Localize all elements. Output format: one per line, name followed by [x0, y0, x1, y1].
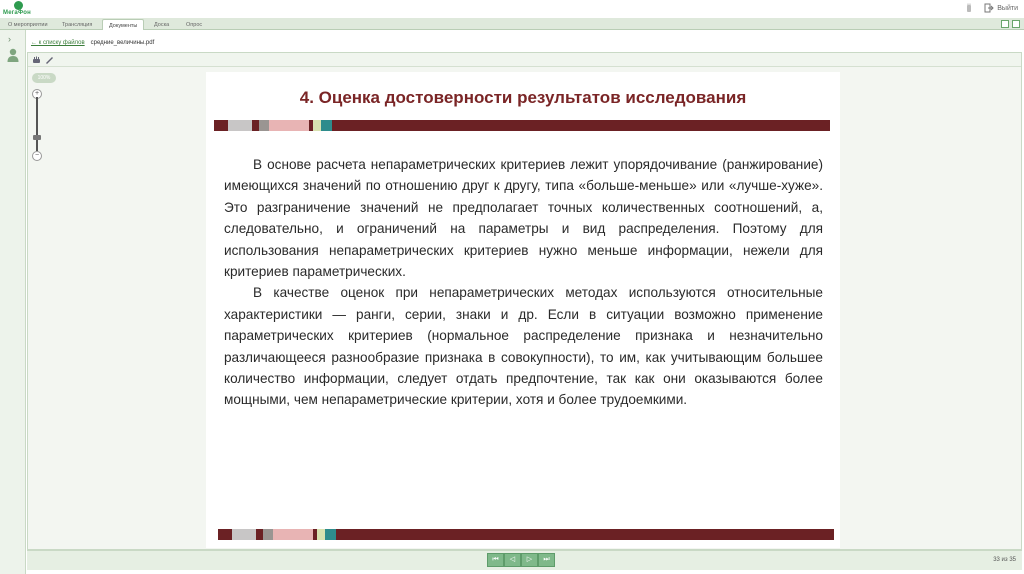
current-page[interactable]: 33 [993, 557, 1000, 563]
current-file-name: средние_величины.pdf [90, 40, 155, 46]
slide-paragraph-1: В основе расчета непараметрических крите… [224, 157, 823, 280]
zoom-slider-handle[interactable] [33, 135, 41, 140]
logout-label: Выйти [997, 4, 1018, 12]
app-header: МегаФон Выйти [0, 0, 1024, 18]
zoom-out-button[interactable]: − [32, 151, 42, 161]
tab-broadcast[interactable]: Трансляция [56, 19, 98, 30]
tab-documents[interactable]: Документы [102, 19, 145, 30]
slide-body: В основе расчета непараметрических крите… [224, 154, 823, 411]
tab-bar: О мероприятии Трансляция Документы Доска… [0, 18, 1024, 30]
page-navigation: ⏮ ◁ ▷ ⏭ [487, 553, 555, 567]
megafon-logo: МегаФон [3, 1, 43, 17]
viewer-toolbar [28, 53, 1021, 67]
first-page-button[interactable]: ⏮ [487, 553, 504, 567]
restore-window-button[interactable] [1001, 20, 1009, 28]
left-sidebar: › [0, 30, 26, 574]
last-page-button[interactable]: ⏭ [538, 553, 555, 567]
logout-button[interactable]: Выйти [984, 3, 1018, 13]
page-counter: 33 из 35 [993, 557, 1016, 563]
expand-chevron-icon[interactable]: › [8, 34, 11, 44]
zoom-level: 100% [32, 73, 56, 83]
tab-board[interactable]: Доска [148, 19, 175, 30]
breadcrumb: ← к списку файлов средние_величины.pdf [27, 36, 1022, 50]
slide-title: 4. Оценка достоверности результатов иссл… [299, 88, 747, 107]
back-to-files-link[interactable]: ← к списку файлов [31, 40, 85, 46]
prev-page-button[interactable]: ◁ [504, 553, 521, 567]
total-pages: из 35 [1001, 557, 1016, 563]
hand-tool-icon[interactable] [32, 56, 41, 64]
user-icon[interactable] [7, 48, 19, 62]
pager-bar: ⏮ ◁ ▷ ⏭ 33 из 35 [27, 550, 1022, 570]
tab-event-info[interactable]: О мероприятии [2, 19, 54, 30]
hand-raise-icon[interactable] [964, 3, 974, 13]
logout-icon [984, 3, 994, 13]
pen-tool-icon[interactable] [45, 56, 54, 64]
slide-top-decor-bar [214, 120, 830, 131]
slide-paragraph-2: В качестве оценок при непараметрических … [224, 285, 823, 408]
slide-bottom-decor-bar [218, 529, 834, 540]
tab-poll[interactable]: Опрос [180, 19, 208, 30]
next-page-button[interactable]: ▷ [521, 553, 538, 567]
zoom-slider[interactable]: + − [32, 89, 42, 161]
slide-page: 4. Оценка достоверности результатов иссл… [206, 72, 840, 548]
maximize-window-button[interactable] [1012, 20, 1020, 28]
